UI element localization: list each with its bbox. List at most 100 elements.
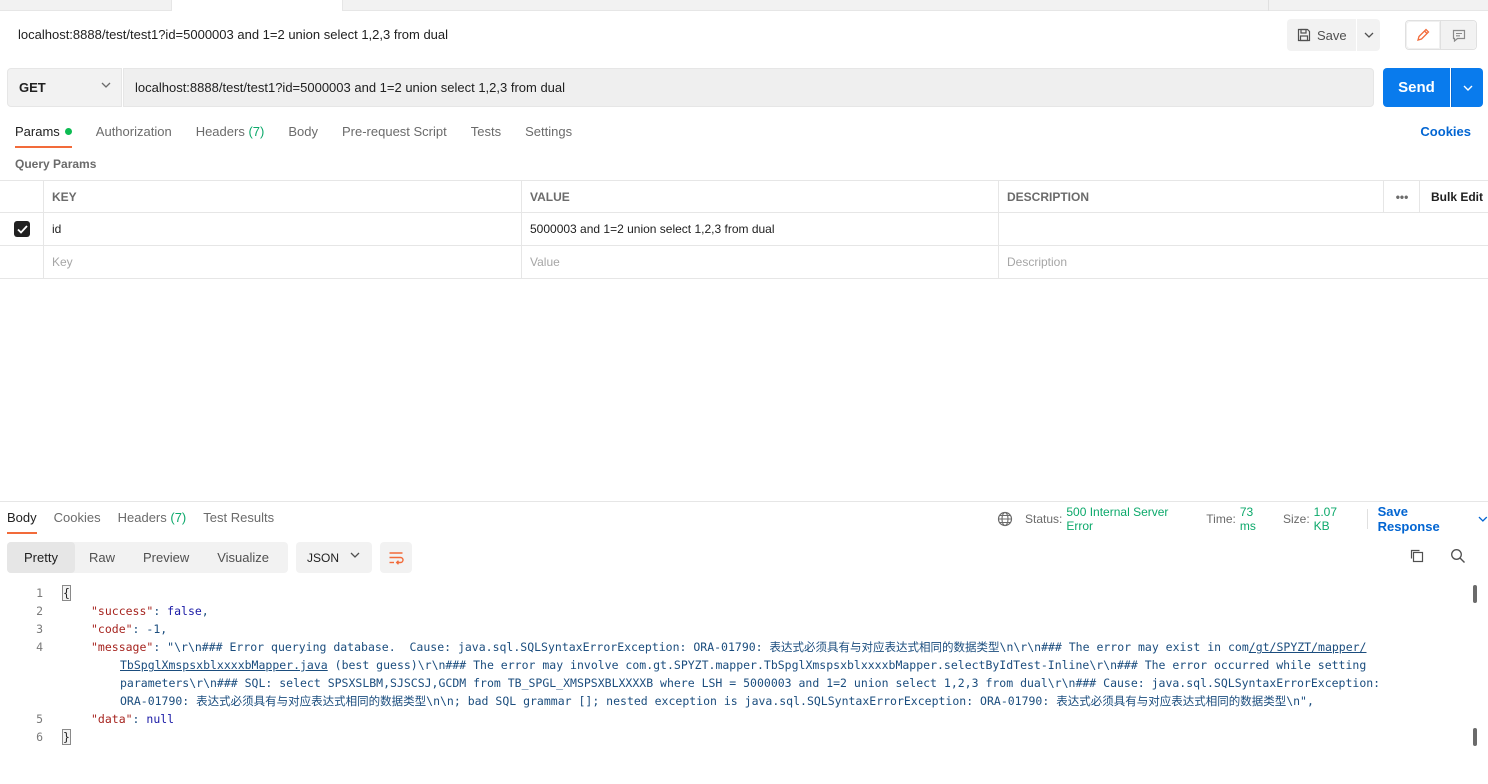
new-value-field[interactable]: Value: [521, 246, 999, 278]
scrollbar-thumb-top[interactable]: [1473, 585, 1477, 603]
param-value-field[interactable]: 5000003 and 1=2 union select 1,2,3 from …: [521, 213, 999, 245]
resp-tab-headers[interactable]: Headers (7): [118, 510, 187, 534]
open-request-tab[interactable]: [171, 0, 343, 11]
time-label: Time:: [1206, 512, 1236, 526]
search-icon: [1451, 549, 1465, 563]
search-button[interactable]: [1450, 548, 1466, 567]
tab-prerequest-script[interactable]: Pre-request Script: [342, 124, 447, 148]
json-key: "code": [91, 622, 133, 636]
params-table: KEY VALUE DESCRIPTION ••• Bulk Edit id 5…: [0, 180, 1488, 279]
save-button[interactable]: Save: [1287, 19, 1356, 51]
tab-body[interactable]: Body: [288, 124, 318, 148]
response-divider[interactable]: [0, 501, 1488, 502]
json-key: "data": [91, 712, 133, 726]
tab-params-label: Params: [15, 124, 60, 139]
format-preview[interactable]: Preview: [129, 542, 203, 573]
format-pretty[interactable]: Pretty: [7, 542, 75, 573]
json-link[interactable]: TbSpglXmspsxblxxxxbMapper.java: [120, 658, 328, 672]
divider: [1366, 509, 1368, 529]
scrollbar-thumb-bottom[interactable]: [1473, 728, 1477, 746]
save-response-button[interactable]: Save Response: [1378, 504, 1488, 534]
resp-tab-test-results[interactable]: Test Results: [203, 510, 274, 534]
tab-authorization[interactable]: Authorization: [96, 124, 172, 148]
edit-mode-button[interactable]: [1406, 21, 1441, 49]
json-value: "\r\n### Error querying database. Cause:…: [167, 640, 1249, 654]
code-text: TbSpglXmspsxblxxxxbMapper.java (best gue…: [43, 656, 1366, 674]
status-label: Status:: [1025, 512, 1063, 526]
format-raw[interactable]: Raw: [75, 542, 129, 573]
code-line-wrap: TbSpglXmspsxblxxxxbMapper.java (best gue…: [0, 656, 1470, 674]
table-row: id 5000003 and 1=2 union select 1,2,3 fr…: [0, 213, 1488, 246]
save-response-label: Save Response: [1377, 504, 1440, 534]
resp-tab-body[interactable]: Body: [7, 510, 37, 534]
json-link[interactable]: /gt/SPYZT/mapper/: [1249, 640, 1367, 654]
copy-button[interactable]: [1409, 548, 1425, 567]
save-label: Save: [1317, 27, 1347, 43]
size-value: 1.07 KB: [1313, 505, 1338, 533]
method-select[interactable]: GET: [7, 68, 122, 107]
code-text: }: [43, 728, 71, 746]
json-value: false: [167, 604, 202, 618]
code-text: "data": null: [91, 712, 175, 726]
request-title[interactable]: localhost:8888/test/test1?id=5000003 and…: [18, 27, 448, 42]
chevron-down-icon: [1364, 32, 1373, 38]
request-tabs: Params Authorization Headers (7) Body Pr…: [15, 124, 596, 148]
line-number: 3: [36, 622, 43, 636]
code-line: 3 "code": -1,: [0, 620, 1470, 638]
table-row-new: Key Value Description: [0, 246, 1488, 279]
line-number-blank: [0, 692, 43, 710]
row-checkbox-cell: [0, 213, 44, 245]
format-visualize[interactable]: Visualize: [203, 542, 283, 573]
json-value: -1: [146, 622, 161, 636]
param-enabled-checkbox[interactable]: [14, 221, 30, 237]
time-info[interactable]: Time: 73 ms: [1206, 505, 1271, 533]
response-body[interactable]: 1 { 2 "success": false, 3 "code": -1, 4 …: [0, 584, 1470, 746]
code-text: "message": "\r\n### Error querying datab…: [91, 640, 1367, 654]
tab-headers[interactable]: Headers (7): [196, 124, 265, 148]
tab-settings[interactable]: Settings: [525, 124, 572, 148]
chevron-down-icon: [350, 552, 360, 558]
code-text: {: [43, 584, 71, 602]
more-options-button[interactable]: •••: [1383, 181, 1420, 213]
json-key: "message": [91, 640, 154, 654]
language-select[interactable]: JSON: [296, 542, 372, 573]
comments-mode-button[interactable]: [1441, 21, 1476, 49]
param-description-field[interactable]: [998, 213, 1384, 245]
tab-separator: [1268, 0, 1269, 11]
line-number: 4: [36, 640, 43, 654]
line-number: 6: [36, 730, 43, 744]
status-value: 500 Internal Server Error: [1066, 505, 1169, 533]
comment-icon: [1452, 29, 1465, 42]
code-line: 5 "data": null: [0, 710, 1470, 728]
resp-tab-cookies[interactable]: Cookies: [54, 510, 101, 534]
new-description-field[interactable]: Description: [998, 246, 1384, 278]
line-number-blank: [0, 656, 43, 674]
wrap-lines-button[interactable]: [380, 542, 412, 573]
bulk-edit-button[interactable]: Bulk Edit: [1419, 181, 1488, 213]
tab-headers-label: Headers: [195, 124, 245, 139]
status-info[interactable]: Status: 500 Internal Server Error: [1025, 505, 1194, 533]
time-value: 73 ms: [1239, 505, 1256, 533]
url-input[interactable]: localhost:8888/test/test1?id=5000003 and…: [123, 68, 1374, 107]
save-dropdown-button[interactable]: [1357, 19, 1380, 51]
column-value: VALUE: [521, 181, 999, 213]
cookies-link[interactable]: Cookies: [1420, 124, 1471, 139]
network-info[interactable]: [997, 511, 1013, 527]
code-text: "code": -1,: [91, 622, 168, 636]
params-table-header: KEY VALUE DESCRIPTION ••• Bulk Edit: [0, 180, 1488, 213]
new-key-field[interactable]: Key: [43, 246, 522, 278]
send-dropdown-button[interactable]: [1451, 68, 1483, 107]
code-line: 2 "success": false,: [0, 602, 1470, 620]
check-icon: [16, 224, 28, 234]
tab-tests[interactable]: Tests: [471, 124, 501, 148]
code-text: ORA-01790: 表达式必须具有与对应表达式相同的数据类型\n\n; bad…: [120, 694, 1314, 708]
size-info[interactable]: Size: 1.07 KB: [1283, 505, 1355, 533]
line-number: 1: [36, 586, 43, 600]
row-checkbox-cell: [0, 246, 44, 278]
code-line-wrap: parameters\r\n### SQL: select SPSXSLBM,S…: [0, 674, 1470, 692]
param-key-field[interactable]: id: [43, 213, 522, 245]
send-button[interactable]: Send: [1383, 68, 1450, 107]
tab-params[interactable]: Params: [15, 124, 72, 148]
line-number: 2: [36, 604, 43, 618]
chevron-down-icon: [1478, 516, 1488, 522]
